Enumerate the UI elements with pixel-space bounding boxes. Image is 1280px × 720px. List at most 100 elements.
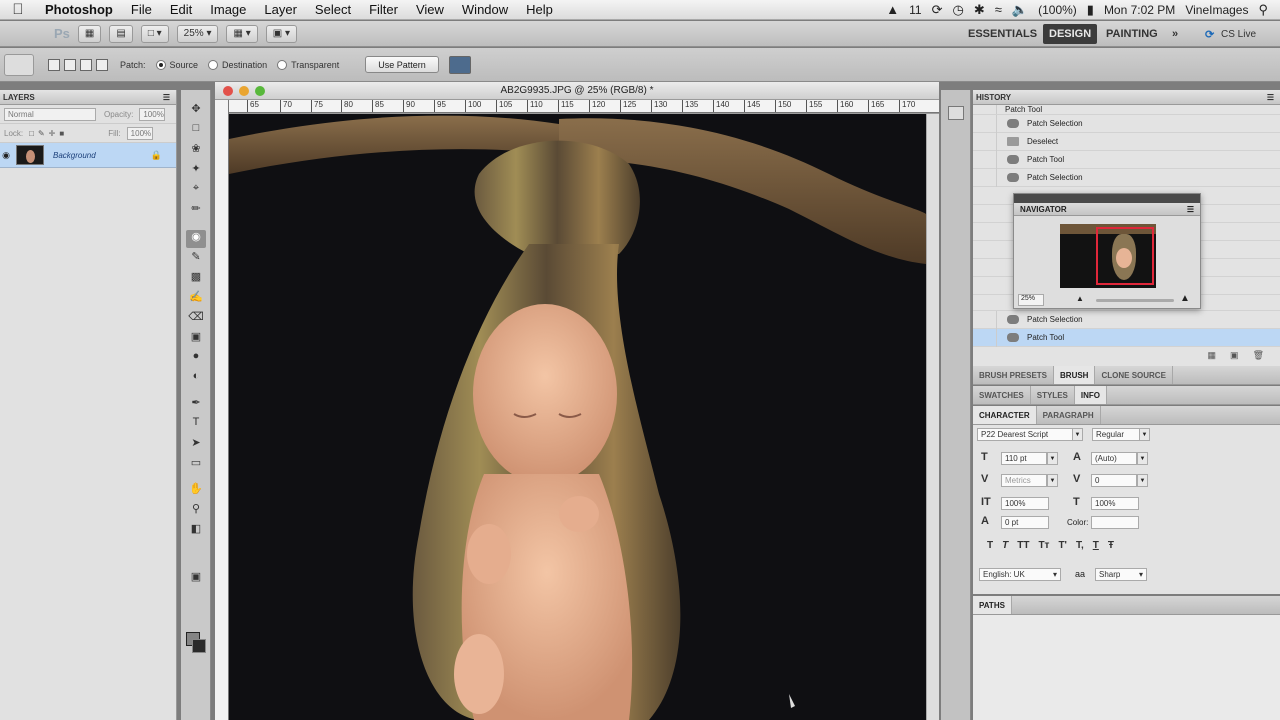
vertical-ruler[interactable] [215,100,229,720]
navigator-header[interactable]: NAVIGATOR ☰ [1014,203,1200,216]
opacity-field[interactable]: 100% [139,107,166,121]
navigator-zoom-field[interactable]: 25% [1018,294,1044,306]
tracking-dropdown[interactable]: ▼ [1137,474,1148,487]
tab-paragraph[interactable]: PARAGRAPH [1037,406,1101,424]
blur-tool-icon[interactable]: ● [186,350,206,368]
delete-state-icon[interactable]: 🗑 [1253,350,1264,361]
clone-stamp-tool-icon[interactable]: ▩ [186,270,206,288]
lock-all-icon[interactable]: ■ [59,129,64,138]
navigator-menu-icon[interactable]: ☰ [1187,205,1194,214]
lasso-tool-icon[interactable]: ❀ [186,142,206,160]
use-pattern-button[interactable]: Use Pattern [365,56,439,73]
quick-selection-tool-icon[interactable]: ✦ [186,162,206,180]
document-vertical-scrollbar[interactable] [926,114,939,720]
zoom-in-icon[interactable]: ▲ [1180,293,1190,304]
hand-tool-icon[interactable]: ✋ [186,482,206,500]
menu-help[interactable]: Help [517,2,562,17]
arrange-documents-button[interactable]: ▦ ▾ [226,24,258,43]
history-checkbox[interactable] [973,310,997,329]
menu-select[interactable]: Select [306,2,360,17]
view-extras-button[interactable]: □ ▾ [140,24,169,43]
destination-radio[interactable] [208,59,219,70]
fill-field[interactable]: 100% [126,126,153,140]
cs-live-button[interactable]: CS Live [1221,21,1256,47]
subtract-selection-icon[interactable] [80,58,92,71]
type-tool-icon[interactable]: T [186,416,206,434]
tab-paths[interactable]: PATHS [973,596,1012,614]
lock-position-icon[interactable]: ✛ [49,129,56,138]
path-selection-tool-icon[interactable]: ➤ [186,436,206,454]
panel-menu-icon[interactable]: ☰ [163,93,170,102]
eraser-tool-icon[interactable]: ⌫ [186,310,206,328]
workspace-design[interactable]: DESIGN [1043,24,1098,44]
horizontal-ruler[interactable]: 65 70 75 80 85 90 95 100 105 110 115 120… [229,100,939,113]
font-family-field[interactable]: P22 Dearest Script [977,428,1073,441]
vertical-scale-field[interactable]: 100% [1001,497,1049,510]
workspace-painting[interactable]: PAINTING [1106,21,1158,47]
patch-tool-icon[interactable]: ◉ [186,230,206,248]
wifi-icon[interactable]: ≈ [995,2,1002,17]
history-item[interactable]: Patch Selection [973,310,1280,329]
menu-filter[interactable]: Filter [360,2,407,17]
kerning-dropdown[interactable]: ▼ [1047,474,1058,487]
add-selection-icon[interactable] [64,58,76,71]
collapsed-panel-icon[interactable] [948,106,964,120]
crop-tool-icon[interactable]: ⌖ [186,182,206,200]
tab-brush-presets[interactable]: BRUSH PRESETS [973,366,1055,384]
gradient-tool-icon[interactable]: ▣ [186,330,206,348]
screen-mode-button[interactable]: ▣ ▾ [265,24,297,43]
time-machine-icon[interactable]: ◷ [953,2,964,18]
navigator-view-box[interactable] [1096,227,1154,285]
font-style-field[interactable]: Regular [1092,428,1140,441]
pen-tool-icon[interactable]: ✒ [186,396,206,414]
launch-mini-bridge-button[interactable]: ▤ [109,24,133,43]
menu-edit[interactable]: Edit [161,2,201,17]
zoom-level-dropdown[interactable]: 25% ▾ [176,24,219,43]
font-size-dropdown[interactable]: ▼ [1047,452,1058,465]
zoom-out-icon[interactable]: ▲ [1076,294,1084,303]
antialias-dropdown[interactable]: Sharp ▾ [1095,568,1147,581]
tab-character[interactable]: CHARACTER [973,406,1037,424]
quick-mask-icon[interactable]: ▣ [186,570,206,588]
history-item[interactable]: Patch Tool [973,150,1280,169]
font-size-field[interactable]: 110 pt [1001,452,1047,465]
history-menu-icon[interactable]: ☰ [1267,93,1274,102]
tracking-field[interactable]: 0 [1091,474,1137,487]
menu-layer[interactable]: Layer [255,2,306,17]
subscript-button[interactable]: T, [1076,540,1084,551]
marquee-tool-icon[interactable]: □ [186,122,206,140]
history-item-current[interactable]: Patch Tool [973,328,1280,347]
shape-tool-icon[interactable]: ▭ [186,456,206,474]
font-family-dropdown[interactable]: ▼ [1072,428,1083,441]
tool-preset-picker[interactable] [4,53,34,76]
navigator-preview[interactable] [1060,224,1156,288]
battery-percent[interactable]: (100%) [1038,3,1077,17]
history-checkbox[interactable] [973,114,997,133]
leading-field[interactable]: (Auto) [1091,452,1137,465]
layer-row-background[interactable]: ◉ Background 🔒 [0,143,176,168]
adobe-updates-icon[interactable]: ▲ [886,2,899,17]
workspace-more-button[interactable]: » [1172,21,1178,47]
menu-view[interactable]: View [407,2,453,17]
history-brush-tool-icon[interactable]: ✍ [186,290,206,308]
menu-window[interactable]: Window [453,2,517,17]
launch-bridge-button[interactable]: ▦ [77,24,102,43]
intersect-selection-icon[interactable] [96,58,108,71]
zoom-tool-icon[interactable]: ⚲ [186,502,206,520]
menu-file[interactable]: File [122,2,161,17]
apple-icon[interactable]:  [0,1,36,18]
move-tool-icon[interactable]: ✥ [186,102,206,120]
brush-tool-icon[interactable]: ✎ [186,250,206,268]
background-color-swatch[interactable] [192,639,206,653]
history-item[interactable]: Deselect [973,132,1280,151]
zoom-window-button[interactable] [255,86,265,96]
lock-transparent-icon[interactable]: □ [29,129,34,138]
history-panel-header[interactable]: HISTORY ☰ [973,90,1280,105]
tab-clone-source[interactable]: CLONE SOURCE [1095,366,1173,384]
history-item[interactable]: Patch Selection [973,114,1280,133]
font-style-dropdown[interactable]: ▼ [1139,428,1150,441]
small-caps-button[interactable]: Tт [1038,540,1049,551]
transparent-checkbox[interactable] [277,59,288,70]
document-title-bar[interactable]: AB2G9935.JPG @ 25% (RGB/8) * [215,82,939,100]
strikethrough-button[interactable]: Ŧ [1108,540,1114,551]
